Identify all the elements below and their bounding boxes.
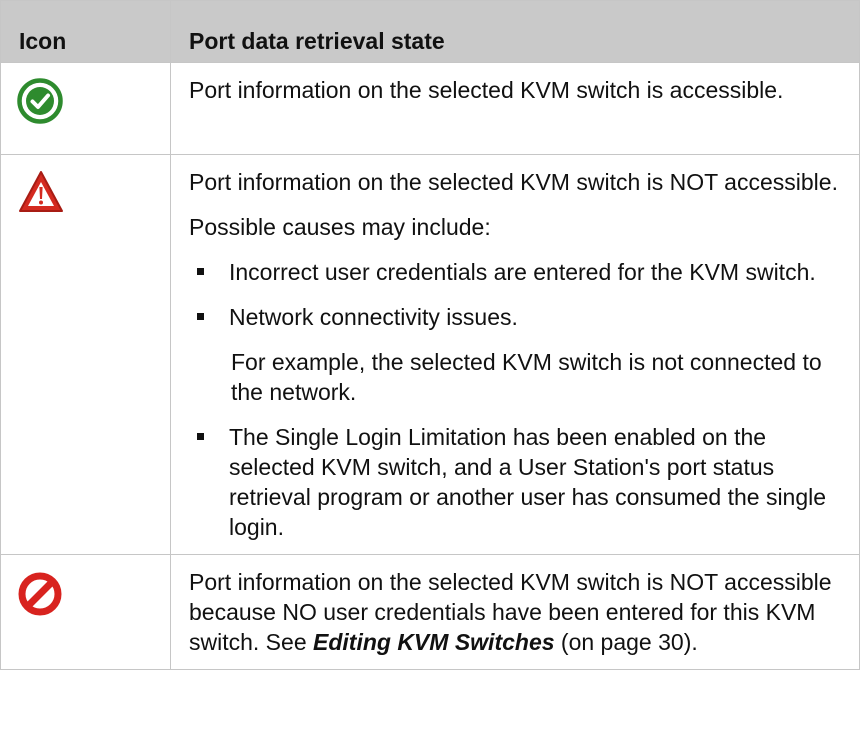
column-header-state: Port data retrieval state [170,0,860,63]
page-reference: (on page 30). [554,629,698,655]
square-bullet-icon [197,268,204,275]
state-description-cell: Port information on the selected KVM swi… [170,62,860,155]
square-bullet-icon [197,433,204,440]
red-warning-triangle-icon [17,171,65,220]
causes-list: Incorrect user credentials are entered f… [189,257,851,542]
icon-cell [0,154,171,555]
state-description: Port information on the selected KVM swi… [189,169,838,195]
icon-cell [0,554,171,670]
table-row: Port information on the selected KVM swi… [0,154,860,555]
cause-note: For example, the selected KVM switch is … [231,349,822,405]
list-item: The Single Login Limitation has been ena… [189,422,851,542]
icon-cell [0,62,171,155]
editing-kvm-switches-link[interactable]: Editing KVM Switches [313,629,555,655]
list-item: Incorrect user credentials are entered f… [189,257,851,287]
list-item: Network connectivity issues. For example… [189,302,851,407]
table-row: Port information on the selected KVM swi… [0,62,860,155]
red-prohibited-icon [17,572,63,622]
square-bullet-icon [197,313,204,320]
state-description: Port information on the selected KVM swi… [189,567,851,657]
port-state-table: Icon Port data retrieval state Port info… [0,0,860,670]
table-row: Port information on the selected KVM swi… [0,554,860,670]
cause-text: The Single Login Limitation has been ena… [229,424,827,540]
causes-intro: Possible causes may include: [189,214,491,240]
state-description: Port information on the selected KVM swi… [189,77,784,103]
state-description-cell: Port information on the selected KVM swi… [170,554,860,670]
cause-text: Network connectivity issues. [229,304,518,330]
column-header-icon: Icon [0,0,171,63]
cause-text: Incorrect user credentials are entered f… [229,259,816,285]
green-checkmark-circle-icon [17,78,63,129]
table-header-row: Icon Port data retrieval state [0,0,860,63]
state-description-cell: Port information on the selected KVM swi… [170,154,860,555]
